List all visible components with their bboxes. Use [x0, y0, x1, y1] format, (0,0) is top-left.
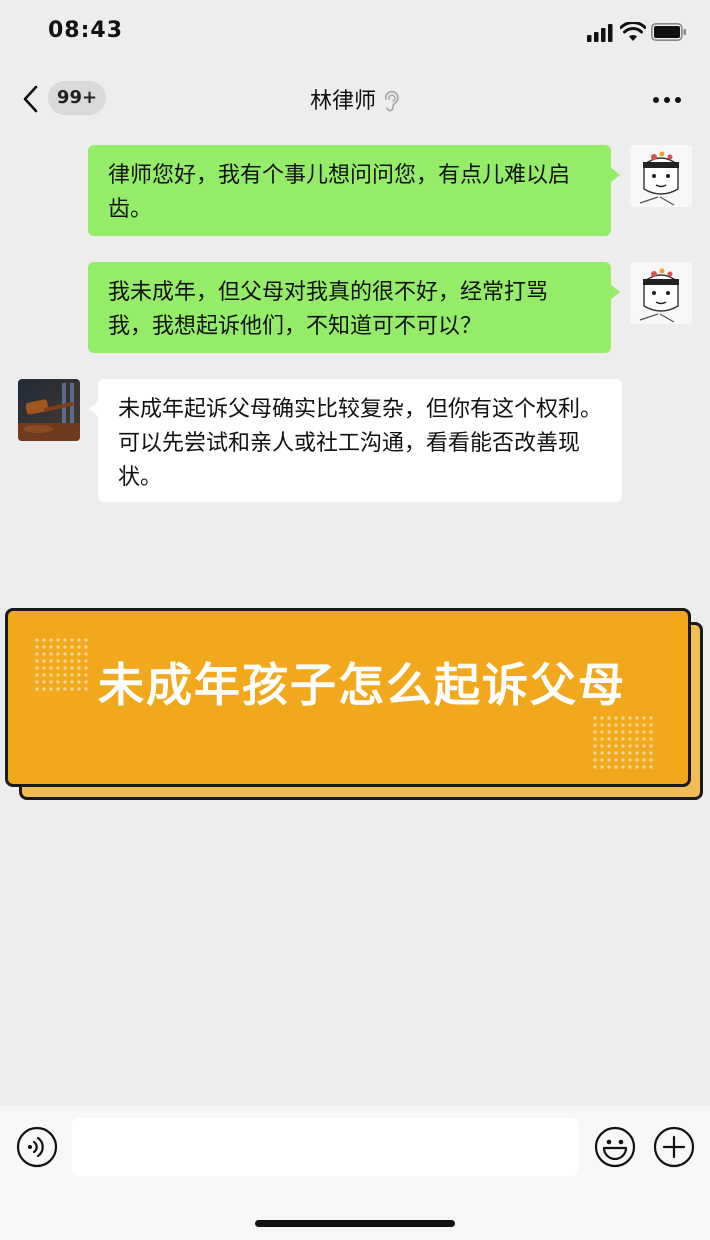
status-bar: 08:43 [0, 0, 710, 66]
banner-title: 未成年孩子怎么起诉父母 [98, 658, 626, 712]
lawyer-avatar[interactable] [18, 379, 80, 441]
my-avatar[interactable] [630, 262, 692, 324]
title-banner: 未成年孩子怎么起诉父母 [5, 608, 691, 787]
message-text: 我未成年，但父母对我真的很不好，经常打骂我，我想起诉他们，不知道可不可以？ [108, 280, 549, 339]
message-input[interactable] [72, 1118, 578, 1176]
more-dots-icon[interactable] [652, 96, 682, 104]
status-time: 08:43 [48, 18, 124, 43]
voice-icon[interactable] [16, 1126, 58, 1168]
emoji-icon[interactable] [594, 1126, 636, 1168]
contact-name: 林律师 [309, 89, 376, 114]
dot-pattern-decoration [593, 716, 653, 769]
chat-header: 99+ 林律师 [0, 70, 710, 130]
message-text: 律师您好，我有个事儿想问问您，有点儿难以启齿。 [108, 163, 571, 222]
dot-pattern-decoration [35, 638, 88, 691]
cartoon-avatar-icon [630, 145, 692, 207]
ear-icon [384, 90, 399, 112]
cartoon-avatar-icon [630, 262, 692, 324]
lawyer-message-bubble[interactable]: 未成年起诉父母确实比较复杂，但你有这个权利。可以先尝试和亲人或社工沟通，看看能否… [89, 379, 622, 502]
plus-icon[interactable] [653, 1126, 695, 1168]
signal-icon [587, 24, 613, 42]
my-message-bubble[interactable]: 我未成年，但父母对我真的很不好，经常打骂我，我想起诉他们，不知道可不可以？ [88, 262, 620, 353]
wifi-icon [620, 22, 646, 41]
battery-icon [651, 23, 686, 41]
my-avatar[interactable] [630, 145, 692, 207]
chat-input-bar [0, 1106, 710, 1240]
gavel-icon [18, 379, 80, 441]
home-indicator[interactable] [255, 1220, 455, 1227]
message-text: 未成年起诉父母确实比较复杂，但你有这个权利。可以先尝试和亲人或社工沟通，看看能否… [118, 397, 603, 490]
chat-title: 林律师 [0, 83, 710, 115]
my-message-bubble[interactable]: 律师您好，我有个事儿想问问您，有点儿难以启齿。 [88, 145, 620, 236]
